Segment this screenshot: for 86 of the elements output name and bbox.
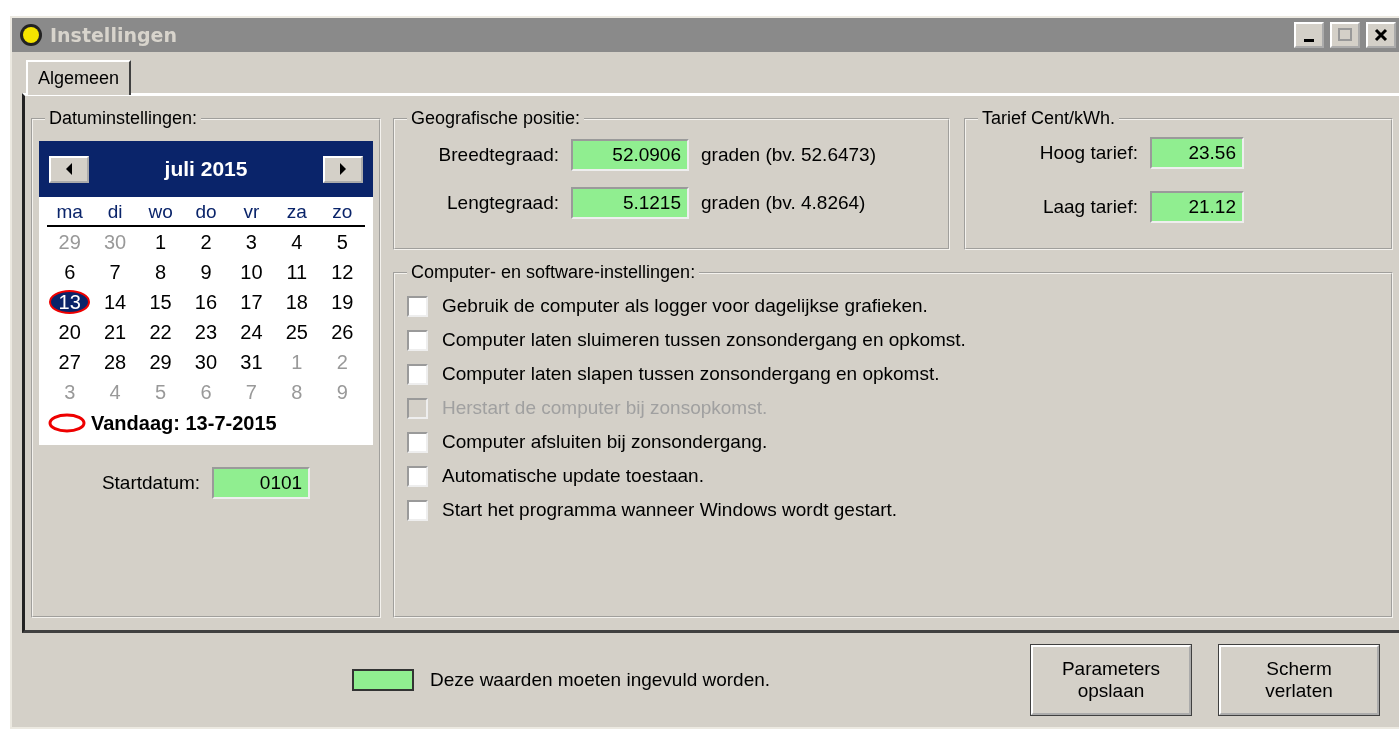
tariff-field[interactable]: 21.12 <box>1150 191 1244 223</box>
weekday-label: za <box>274 201 320 227</box>
calendar-day[interactable]: 21 <box>92 317 138 347</box>
maximize-icon <box>1338 28 1352 42</box>
minimize-button[interactable] <box>1294 22 1324 48</box>
close-icon <box>1374 28 1388 42</box>
action-button[interactable]: Parameters opslaan <box>1031 645 1191 715</box>
field-label: Breedtegraad: <box>437 144 559 166</box>
calendar-day[interactable]: 10 <box>228 257 275 287</box>
checkbox[interactable] <box>407 431 428 453</box>
coordinate-field[interactable]: 5.1215 <box>571 187 689 219</box>
field-hint: graden (bv. 4.8264) <box>701 192 866 214</box>
today-circle-icon <box>47 411 87 435</box>
legend-swatch <box>352 669 414 691</box>
start-date-field[interactable]: 0101 <box>212 467 311 499</box>
right-triangle-icon <box>338 162 348 176</box>
calendar-day[interactable]: 1 <box>137 227 184 257</box>
calendar-day[interactable]: 31 <box>228 347 275 377</box>
calendar-day[interactable]: 19 <box>319 287 365 317</box>
field-label: Hoog tarief: <box>1038 142 1138 164</box>
calendar-day[interactable]: 27 <box>47 347 93 377</box>
tariff-field[interactable]: 23.56 <box>1150 137 1244 169</box>
field-label: Lengtegraad: <box>446 192 559 214</box>
weekday-label: vr <box>228 201 275 227</box>
calendar-day[interactable]: 30 <box>183 347 229 377</box>
left-triangle-icon <box>64 162 74 176</box>
calendar-day[interactable]: 24 <box>228 317 275 347</box>
calendar-day[interactable]: 8 <box>137 257 184 287</box>
calendar-day[interactable]: 13 <box>49 290 91 314</box>
month-label: juli 2015 <box>164 157 248 181</box>
group-title: Geografische positie: <box>410 108 582 129</box>
calendar-day[interactable]: 28 <box>92 347 138 377</box>
close-button[interactable] <box>1366 22 1396 48</box>
checkbox-label: Computer laten slapen tussen zonsondergang en opkomst. <box>442 363 940 385</box>
calendar-day[interactable]: 20 <box>47 317 93 347</box>
checkbox[interactable] <box>407 499 428 521</box>
weekday-label: di <box>92 201 138 227</box>
weekday-label: wo <box>137 201 184 227</box>
calendar-day[interactable]: 6 <box>47 257 93 287</box>
checkbox[interactable] <box>407 329 428 351</box>
window-title: Instellingen <box>50 24 178 46</box>
checkbox-label: Computer afsluiten bij zonsondergang. <box>442 431 768 453</box>
sun-icon <box>18 22 44 48</box>
calendar-day[interactable]: 25 <box>274 317 320 347</box>
field-hint: graden (bv. 52.6473) <box>701 144 876 166</box>
calendar-day[interactable]: 14 <box>92 287 138 317</box>
weekday-label: ma <box>47 201 93 227</box>
calendar-day[interactable]: 15 <box>137 287 184 317</box>
calendar-day[interactable]: 3 <box>228 227 275 257</box>
coordinate-field[interactable]: 52.0906 <box>571 139 689 171</box>
checkbox-label: Start het programma wanneer Windows wordt gestart. <box>442 499 898 521</box>
calendar-day[interactable]: 16 <box>183 287 229 317</box>
group-title: Datuminstellingen: <box>48 108 199 129</box>
checkbox[interactable] <box>407 465 428 487</box>
calendar-day[interactable]: 4 <box>274 227 320 257</box>
legend-text: Deze waarden moeten ingevuld worden. <box>430 669 772 691</box>
checkbox[interactable] <box>407 295 428 317</box>
calendar-day[interactable]: 9 <box>183 257 229 287</box>
calendar-day[interactable]: 7 <box>92 257 138 287</box>
calendar-day[interactable]: 5 <box>319 227 365 257</box>
action-button[interactable]: Scherm verlaten <box>1219 645 1379 715</box>
checkbox-label: Automatische update toestaan. <box>442 465 704 487</box>
calendar-day[interactable]: 12 <box>319 257 365 287</box>
weekday-label: zo <box>319 201 365 227</box>
calendar-day[interactable]: 2 <box>183 227 229 257</box>
today-link[interactable]: Vandaag: 13-7-2015 <box>91 411 277 435</box>
field-label: Startdatum: <box>101 472 201 494</box>
tab[interactable]: Algemeen <box>26 60 132 95</box>
checkbox-label: Gebruik de computer als logger voor dagelijkse grafieken. <box>442 295 928 317</box>
calendar-day[interactable]: 11 <box>274 257 320 287</box>
group-title: Computer- en software-instellingen: <box>410 262 697 283</box>
calendar-day[interactable]: 22 <box>137 317 184 347</box>
group-title: Tarief Cent/kWh. <box>981 108 1117 129</box>
previous-month-button[interactable] <box>49 155 89 183</box>
field-label: Laag tarief: <box>1041 196 1138 218</box>
calendar-day[interactable]: 23 <box>183 317 229 347</box>
checkbox[interactable] <box>407 363 428 385</box>
maximize-button[interactable] <box>1330 22 1360 48</box>
calendar-day[interactable]: 18 <box>274 287 320 317</box>
next-month-button[interactable] <box>323 155 363 183</box>
weekday-label: do <box>183 201 229 227</box>
minimize-icon <box>1304 38 1314 42</box>
calendar-day[interactable]: 29 <box>137 347 184 377</box>
calendar-day[interactable]: 17 <box>228 287 275 317</box>
checkbox-label: Computer laten sluimeren tussen zonsondergang en opkomst. <box>442 329 966 351</box>
calendar-day[interactable]: 26 <box>319 317 365 347</box>
